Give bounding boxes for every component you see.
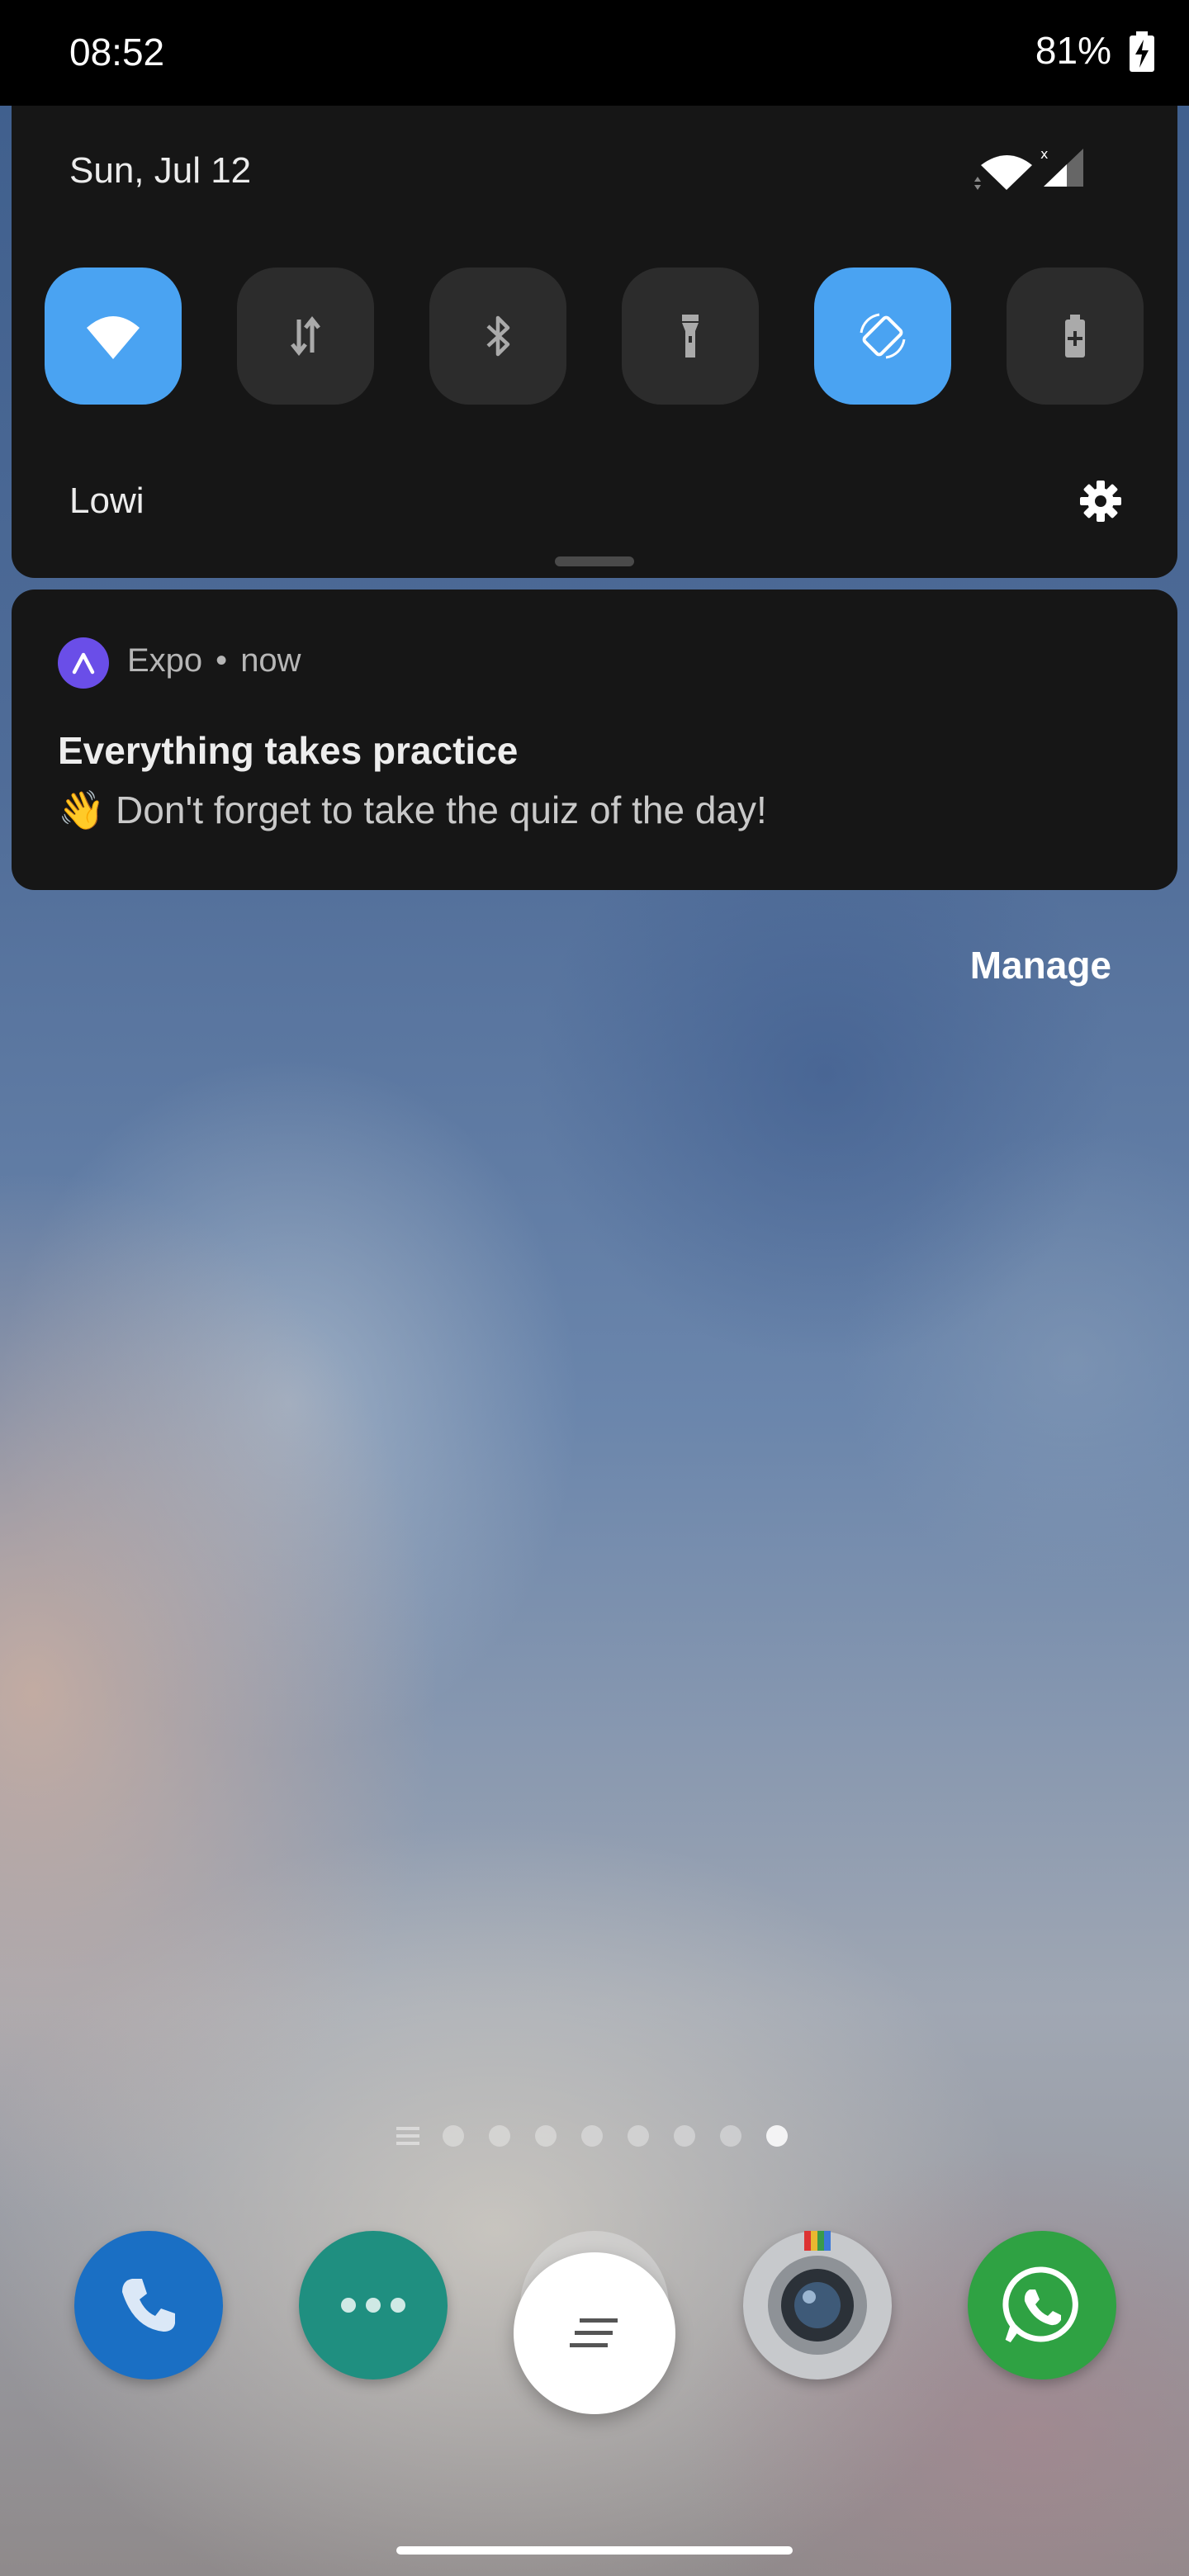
notification-body: 👋 Don't forget to take the quiz of the d… [58,788,767,831]
tile-flashlight[interactable] [622,268,759,405]
status-time: 08:52 [69,31,165,73]
page-dot [581,2125,603,2147]
page-dot [489,2125,510,2147]
panel-drag-handle[interactable] [555,556,634,566]
qs-date: Sun, Jul 12 [69,150,252,191]
data-arrows-icon [291,315,320,357]
rotate-icon [860,313,906,359]
dots-icon [341,2298,405,2313]
carrier-name: Lowi [69,481,144,521]
notification-time: now [240,642,301,679]
tile-battery-saver[interactable] [1007,268,1144,405]
battery-percentage: 81% [1035,29,1111,72]
manage-button[interactable]: Manage [970,943,1111,987]
phone-app-icon[interactable] [74,2231,223,2379]
home-button[interactable] [514,2252,675,2414]
settings-gear-icon[interactable] [1078,479,1123,523]
wifi-icon [87,316,140,359]
cell-signal-icon: x [1040,147,1083,187]
page-dot [535,2125,557,2147]
status-bar: 08:52 81% [0,0,1189,106]
flashlight-icon [682,315,699,358]
messages-app-icon[interactable] [299,2231,448,2379]
camera-icon [768,2231,867,2355]
notification-meta: Expo • now [127,642,301,680]
bluetooth-icon [486,315,510,357]
expo-app-icon [58,637,109,689]
tile-bluetooth[interactable] [429,268,566,405]
phone-icon [122,2279,175,2332]
meta-separator: • [216,642,228,679]
page-dot-active [766,2125,788,2147]
camera-app-icon[interactable] [743,2231,892,2379]
notification-card[interactable]: Expo • now Everything takes practice 👋 Don… [12,590,1177,890]
whatsapp-icon [1002,2266,1078,2343]
notification-app-name: Expo [127,642,203,679]
page-dot [674,2125,695,2147]
quick-settings-panel: Sun, Jul 12 x Lowi [12,106,1177,578]
page-dot [443,2125,464,2147]
gesture-nav-bar[interactable] [396,2546,793,2555]
whatsapp-app-icon[interactable] [968,2231,1116,2379]
battery-plus-icon [1065,315,1085,358]
notification-title: Everything takes practice [58,729,519,772]
home-lines-icon [570,2318,618,2347]
page-dot [720,2125,741,2147]
tile-wifi[interactable] [45,268,182,405]
page-dot [628,2125,649,2147]
menu-lines-icon [396,2127,419,2145]
svg-text:x: x [1040,147,1048,162]
battery-charging-icon [1130,31,1154,72]
wifi-status-icon [974,155,1032,190]
tile-auto-rotate[interactable] [814,268,951,405]
tile-mobile-data[interactable] [237,268,374,405]
